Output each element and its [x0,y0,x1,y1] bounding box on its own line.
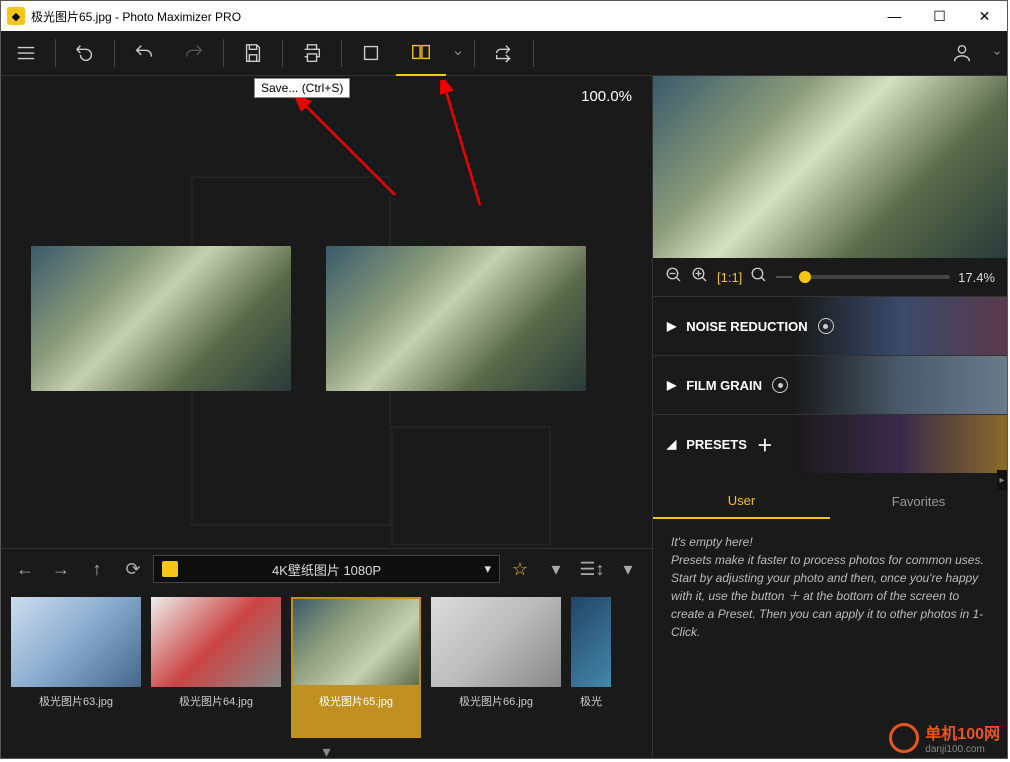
original-image [31,246,291,391]
annotation-arrow [440,80,500,210]
add-preset-icon[interactable]: ＋ [757,432,773,456]
collapse-side-icon[interactable]: ▸ [997,470,1007,490]
zoom-level: 100.0% [581,88,632,105]
visibility-icon [818,318,834,334]
undo-button[interactable] [119,31,169,76]
share-button[interactable] [479,31,529,76]
window-title: 极光图片65.jpg - Photo Maximizer PRO [31,8,872,25]
thumbnail-item[interactable]: 极光 [571,597,611,738]
minimize-button[interactable]: — [872,1,917,31]
nav-up[interactable]: ↑ [81,553,113,585]
revert-button[interactable] [60,31,110,76]
sort-dropdown[interactable]: ▾ [612,553,644,585]
print-button[interactable] [287,31,337,76]
toolbar [1,31,1007,76]
view-dropdown[interactable] [446,31,470,76]
redo-button[interactable] [169,31,219,76]
folder-path[interactable]: 4K壁纸图片 1080P▾ [153,555,500,583]
processed-image [326,246,586,391]
thumbnail-item[interactable]: 极光图片66.jpg [431,597,561,738]
watermark-logo-icon [889,723,919,753]
visibility-icon [772,377,788,393]
app-icon: ◆ [7,7,25,25]
thumbnail-item-selected[interactable]: 极光图片65.jpg [291,597,421,738]
zoom-in-icon[interactable] [691,266,709,289]
close-button[interactable]: ✕ [962,1,1007,31]
account-button[interactable] [937,31,987,76]
maximize-button[interactable]: ☐ [917,1,962,31]
collapse-browser[interactable]: ▾ [1,746,652,758]
thumbnail-item[interactable]: 极光图片64.jpg [151,597,281,738]
file-browser: ← → ↑ ⟳ 4K壁纸图片 1080P▾ ☆ ▾ ☰↕ ▾ 极光图片63.jp… [1,548,652,758]
single-view-button[interactable] [346,31,396,76]
compare-view-button[interactable] [396,31,446,76]
favorite-button[interactable]: ☆ [504,553,536,585]
menu-button[interactable] [1,31,51,76]
zoom-slider[interactable] [800,275,950,279]
save-tooltip: Save... (Ctrl+S) [254,78,350,98]
zoom-fit-icon[interactable]: [1:1] [717,270,742,285]
nav-forward[interactable]: → [45,553,77,585]
panel-noise-reduction[interactable]: ▶NOISE REDUCTION [653,297,1007,355]
zoom-actual-icon[interactable] [750,266,768,289]
titlebar: ◆ 极光图片65.jpg - Photo Maximizer PRO — ☐ ✕ [1,1,1007,31]
watermark: 单机100网 danji100.com [889,720,1000,755]
nav-back[interactable]: ← [9,553,41,585]
panel-film-grain[interactable]: ▶FILM GRAIN [653,356,1007,414]
save-button[interactable] [228,31,278,76]
account-dropdown[interactable] [987,31,1007,76]
presets-empty-text: It's empty here! Presets make it faster … [653,519,1007,655]
annotation-arrow [295,95,405,205]
preview-zoom-pct: 17.4% [958,270,995,285]
preview-navigator[interactable] [653,76,1007,258]
sort-button[interactable]: ☰↕ [576,553,608,585]
tab-favorites[interactable]: Favorites [830,483,1007,519]
panel-presets[interactable]: ◢PRESETS＋ [653,415,1007,473]
zoom-out-icon[interactable] [665,266,683,289]
fav-dropdown[interactable]: ▾ [540,553,572,585]
tab-user[interactable]: User [653,483,830,519]
folder-icon [162,561,178,577]
refresh-button[interactable]: ⟳ [117,553,149,585]
thumbnail-item[interactable]: 极光图片63.jpg [11,597,141,738]
